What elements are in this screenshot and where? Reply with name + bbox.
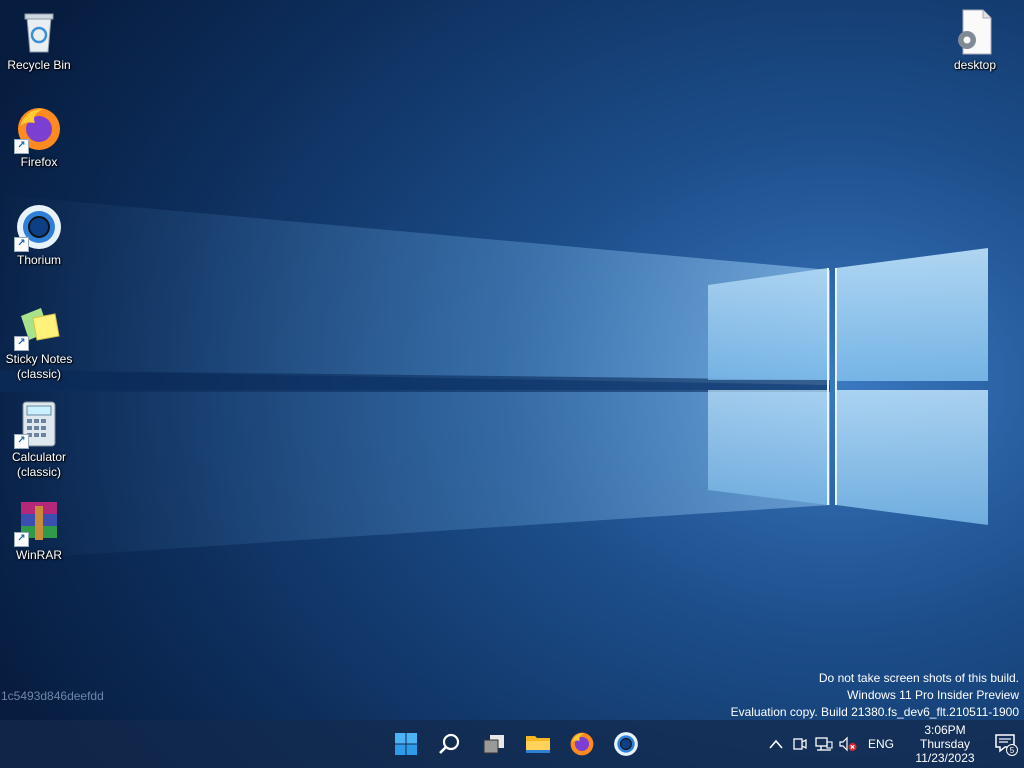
desktop-icon-label: Thorium: [16, 253, 61, 267]
volume-muted-icon: [839, 736, 857, 752]
settings-file-icon: [951, 8, 999, 56]
network-button[interactable]: [812, 732, 836, 756]
desktop-icon-calculator[interactable]: ↗ Calculator (classic): [1, 400, 77, 480]
build-hash-text: 1c5493d846deefdd: [1, 689, 104, 703]
tray-app-button[interactable]: [788, 732, 812, 756]
watermark-line: Do not take screen shots of this build.: [818, 671, 1019, 685]
clock-time: 3:06PM: [924, 723, 966, 737]
chevron-up-icon: [769, 739, 783, 749]
start-icon: [395, 733, 417, 755]
desktop-icon-thorium[interactable]: ↗ Thorium: [1, 203, 77, 268]
start-button[interactable]: [386, 724, 426, 764]
desktop-icon-winrar[interactable]: ↗ WinRAR: [1, 498, 77, 563]
clock-date: 11/23/2023: [915, 751, 975, 765]
search-button[interactable]: [430, 724, 470, 764]
taskbar-thorium-button[interactable]: [606, 724, 646, 764]
clock-button[interactable]: 3:06PM Thursday 11/23/2023: [902, 723, 988, 765]
camera-sharing-icon: [793, 738, 807, 750]
thorium-icon: [614, 732, 638, 756]
notification-center-button[interactable]: 5: [988, 720, 1024, 768]
volume-button[interactable]: [836, 732, 860, 756]
desktop-icon-recycle-bin[interactable]: Recycle Bin: [1, 8, 77, 73]
desktop-icon-sticky-notes[interactable]: ↗ Sticky Notes (classic): [1, 302, 77, 382]
desktop-icon-desktop-file[interactable]: desktop: [937, 8, 1013, 73]
search-icon: [439, 733, 460, 754]
desktop-wallpaper: [0, 0, 1024, 768]
firefox-icon: [570, 732, 594, 756]
clock-day: Thursday: [919, 737, 971, 751]
watermark-line: Evaluation copy. Build 21380.fs_dev6_flt…: [730, 705, 1019, 719]
shortcut-arrow-icon: ↗: [14, 532, 29, 547]
network-icon: [815, 737, 833, 751]
shortcut-arrow-icon: ↗: [14, 434, 29, 449]
desktop-icon-label: Calculator (classic): [11, 450, 67, 479]
desktop-icon-label: Firefox: [20, 155, 58, 169]
desktop-icon-label: desktop: [953, 58, 997, 72]
notification-count: 5: [1010, 746, 1015, 755]
desktop-icon-firefox[interactable]: ↗ Firefox: [1, 105, 77, 170]
input-language-indicator[interactable]: ENG: [860, 737, 902, 751]
watermark-line: Windows 11 Pro Insider Preview: [847, 688, 1019, 702]
file-explorer-button[interactable]: [518, 724, 558, 764]
shortcut-arrow-icon: ↗: [14, 139, 29, 154]
show-hidden-icons-button[interactable]: [764, 732, 788, 756]
task-view-icon: [483, 735, 504, 754]
sticky-notes-icon: ↗: [14, 302, 63, 351]
task-view-button[interactable]: [474, 724, 514, 764]
system-tray: ENG 3:06PM Thursday 11/23/2023 5: [764, 720, 1024, 768]
file-explorer-icon: [526, 736, 550, 753]
shortcut-arrow-icon: ↗: [14, 336, 29, 351]
thorium-icon: ↗: [14, 203, 63, 252]
evaluation-watermark: Do not take screen shots of this build. …: [731, 670, 1019, 721]
desktop-icon-label: WinRAR: [15, 548, 62, 562]
shortcut-arrow-icon: ↗: [14, 237, 29, 252]
taskbar-apps: [386, 720, 646, 768]
taskbar: ENG 3:06PM Thursday 11/23/2023 5: [0, 720, 1024, 768]
winrar-icon: ↗: [14, 498, 63, 547]
desktop-icon-label: Sticky Notes (classic): [5, 352, 73, 381]
desktop-icon-label: Recycle Bin: [7, 58, 71, 72]
recycle-bin-icon: [15, 8, 63, 56]
calculator-icon: ↗: [14, 400, 63, 449]
taskbar-firefox-button[interactable]: [562, 724, 602, 764]
firefox-icon: ↗: [14, 105, 63, 154]
notification-icon: 5: [995, 734, 1018, 756]
